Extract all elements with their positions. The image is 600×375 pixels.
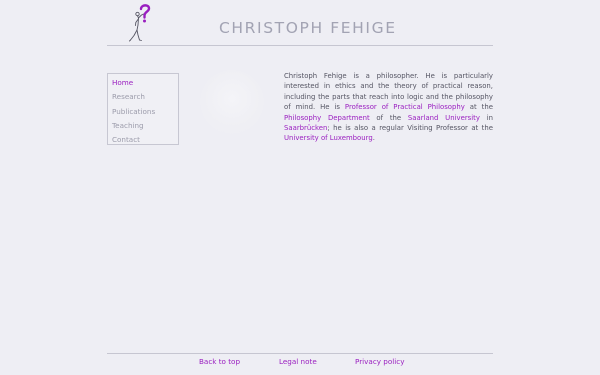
nav-item-research[interactable]: Research — [108, 90, 178, 104]
link-saarbruecken[interactable]: Saarbrücken — [284, 124, 327, 132]
footer-divider — [107, 353, 493, 354]
intro-text-6: . — [372, 134, 375, 143]
nav-item-home[interactable]: Home — [108, 76, 178, 90]
portrait-image — [200, 70, 264, 134]
intro-text-5: ; he is also a regular Visiting Professo… — [327, 124, 493, 133]
link-professor[interactable]: Professor of Practical Philosophy — [345, 103, 465, 111]
header-divider — [107, 45, 493, 46]
nav-item-publications[interactable]: Publications — [108, 105, 178, 119]
intro-text-3: of the — [369, 113, 408, 122]
intro-text-4: in — [479, 113, 493, 122]
legal-note-link[interactable]: Legal note — [279, 357, 317, 366]
link-university-of-luxembourg[interactable]: University of Luxembourg — [284, 134, 373, 142]
nav-item-contact[interactable]: Contact — [108, 133, 178, 147]
back-to-top-link[interactable]: Back to top — [199, 357, 240, 366]
nav-item-teaching[interactable]: Teaching — [108, 119, 178, 133]
privacy-policy-link[interactable]: Privacy policy — [355, 357, 404, 366]
site-title: CHRISTOPH FEHIGE — [219, 19, 397, 37]
link-saarland-university[interactable]: Saarland University — [408, 114, 480, 122]
intro-paragraph: Christoph Fehige is a philosopher. He is… — [284, 71, 493, 144]
question-mark-figure-icon — [129, 4, 151, 42]
logo[interactable] — [124, 3, 160, 45]
intro-text-2: at the — [464, 103, 493, 112]
link-philosophy-department[interactable]: Philosophy Department — [284, 114, 370, 122]
main-nav: Home Research Publications Teaching Cont… — [107, 73, 179, 145]
